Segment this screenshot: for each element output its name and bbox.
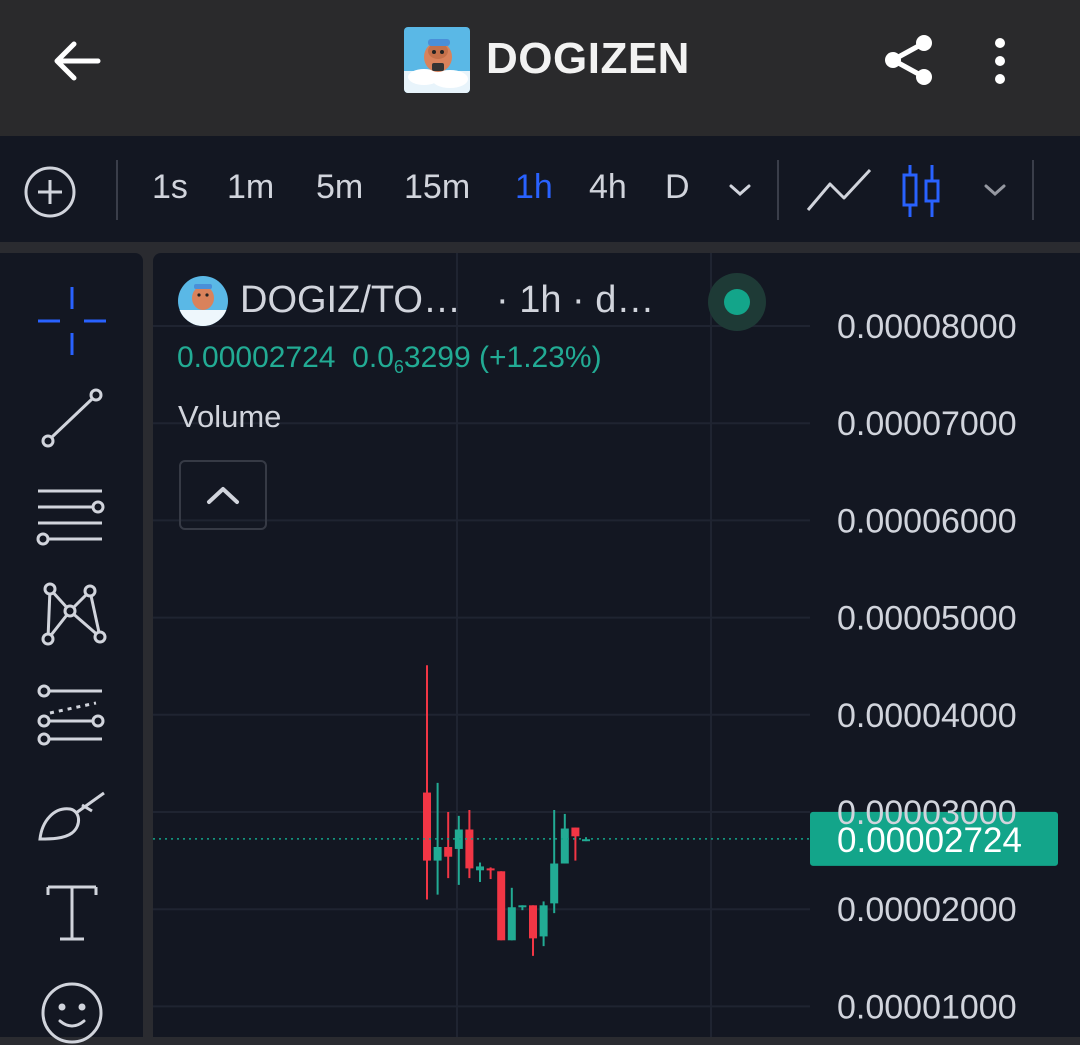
line-chart-button[interactable] (806, 166, 872, 216)
interval-1h[interactable]: 1h (515, 168, 553, 207)
fib-retracement-tool[interactable] (34, 683, 106, 747)
pattern-icon (41, 582, 107, 646)
chevron-down-icon (729, 184, 751, 197)
collapse-legend-button[interactable] (179, 460, 267, 530)
candlestick-chart-button[interactable] (900, 163, 944, 219)
candle-body (560, 828, 569, 864)
y-tick-label: 0.00003000 (837, 794, 1017, 832)
y-tick-label: 0.00004000 (837, 697, 1017, 735)
y-tick-label: 0.00006000 (837, 502, 1017, 540)
text-tool[interactable] (44, 883, 100, 943)
chevron-down-icon (984, 184, 1006, 197)
market-status-badge[interactable] (708, 273, 766, 331)
interval-15m[interactable]: 15m (404, 168, 470, 207)
toolbar-divider (116, 160, 118, 220)
change-value: 3299 (403, 341, 471, 374)
share-button[interactable] (880, 30, 940, 90)
candle-body (476, 866, 484, 871)
y-tick-label: 0.00007000 (837, 405, 1017, 443)
candle-body (444, 846, 453, 857)
interval-d[interactable]: D (665, 168, 690, 207)
interval-5m[interactable]: 5m (316, 168, 363, 207)
crosshair-tool[interactable] (38, 287, 106, 355)
back-button[interactable] (48, 36, 104, 86)
y-tick-label: 0.00005000 (837, 600, 1017, 638)
brush-icon (38, 791, 105, 841)
y-tick-label: 0.00001000 (837, 988, 1017, 1026)
emoji-icon (41, 982, 103, 1044)
token-avatar (178, 276, 228, 326)
token-logo (404, 27, 470, 93)
horizontal-lines-icon (36, 489, 105, 546)
change-percent: (+1.23%) (479, 341, 602, 374)
volume-indicator-label[interactable]: Volume (178, 399, 281, 435)
line-chart-icon (806, 168, 872, 211)
app-header: DOGIZEN (0, 0, 1080, 136)
arrow-left-icon (54, 41, 101, 81)
candle-body (518, 905, 527, 908)
last-price: 0.00002724 (177, 341, 336, 374)
toolbar-divider (1032, 160, 1034, 220)
chart-type-dropdown-button[interactable] (981, 178, 1009, 202)
crosshair-icon (38, 287, 106, 355)
interval-1m[interactable]: 1m (227, 168, 274, 207)
trend-line-tool[interactable] (38, 385, 106, 453)
interval-4h[interactable]: 4h (589, 168, 627, 207)
toolbar-divider (777, 160, 779, 220)
chevron-up-icon (207, 487, 239, 504)
share-icon (885, 35, 932, 85)
y-tick-label: 0.00008000 (837, 308, 1017, 346)
symbol-name[interactable]: DOGIZ/TO… (240, 279, 461, 322)
fib-retracement-icon (37, 684, 105, 746)
candle-body (433, 846, 442, 861)
page-title: DOGIZEN (486, 34, 690, 83)
candlestick-icon (902, 165, 940, 217)
more-vertical-icon (995, 38, 1005, 84)
more-menu-button[interactable] (984, 36, 1016, 86)
candle-body (550, 863, 559, 904)
candle-body (423, 792, 431, 861)
text-icon (46, 885, 98, 941)
candle-body (539, 905, 548, 937)
candle-body (571, 827, 580, 837)
drawing-tools-sidebar (0, 253, 143, 1044)
brush-tool[interactable] (34, 785, 110, 845)
trend-line-icon (41, 388, 103, 448)
pattern-tool[interactable] (38, 581, 108, 647)
horizontal-lines-tool[interactable] (34, 485, 106, 549)
change-prefix: 0.0 (352, 341, 394, 374)
candle-body (454, 829, 463, 849)
status-dot-icon (724, 289, 750, 315)
interval-dropdown-button[interactable] (726, 178, 754, 202)
candle-body (529, 905, 537, 939)
emoji-tool[interactable] (40, 981, 104, 1045)
panel-gap (0, 242, 1080, 253)
chart-panel[interactable]: 0.00002724 0.00008000 0.00007000 0.0000600… (153, 253, 1080, 1037)
change-subscript: 6 (393, 357, 404, 377)
candle-body (486, 868, 495, 871)
price-change-line: 0.00002724 0.063299 (+1.23%) (177, 341, 602, 378)
y-tick-label: 0.00002000 (837, 891, 1017, 929)
candle-body (465, 829, 474, 869)
candle-body (507, 907, 516, 941)
symbol-interval: · 1h · d… (496, 279, 655, 321)
candle-body (497, 871, 506, 941)
plus-circle-icon (24, 166, 76, 218)
interval-1s[interactable]: 1s (152, 168, 188, 207)
add-indicator-button[interactable] (22, 164, 78, 220)
